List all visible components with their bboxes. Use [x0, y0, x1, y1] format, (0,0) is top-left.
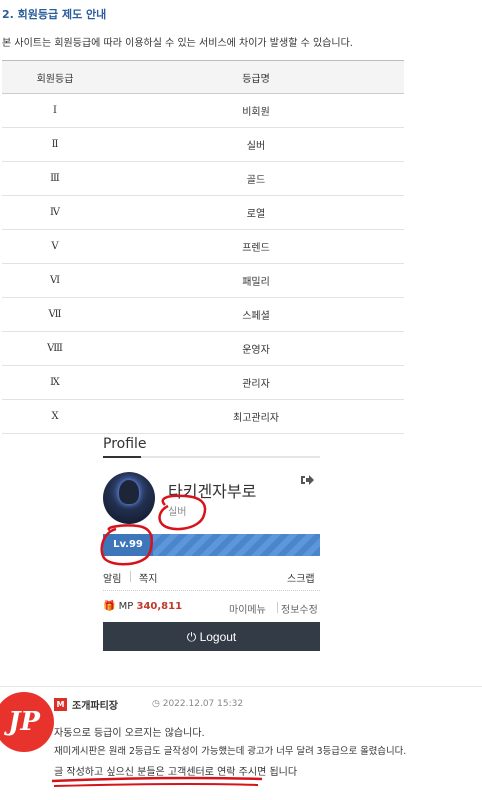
- header-grade: 회원등급: [2, 60, 108, 94]
- edit-info-link[interactable]: 정보수정: [281, 601, 318, 616]
- header-grade-name: 등급명: [108, 60, 404, 94]
- mp-display: 🎁 MP 340,811: [103, 601, 182, 612]
- grade-number: Ⅸ: [2, 365, 108, 400]
- sign-out-icon-glyph: [301, 475, 314, 485]
- username: 타키겐자부로: [168, 482, 257, 501]
- comment-line: 글 작성하고 싶으신 분들은 고객센터로 연락 주시면 됩니다: [54, 767, 298, 778]
- sign-out-icon[interactable]: [300, 474, 314, 489]
- grade-number: Ⅳ: [2, 195, 108, 230]
- table-row: Ⅱ 실버: [2, 127, 404, 162]
- grade-name: 최고관리자: [108, 399, 404, 434]
- member-badge-icon: M: [54, 698, 67, 711]
- table-row: Ⅵ 패밀리: [2, 263, 404, 298]
- grade-number: Ⅰ: [2, 93, 108, 128]
- grade-name: 관리자: [108, 365, 404, 400]
- table-row: Ⅷ 운영자: [2, 331, 404, 366]
- annotation-underline-1: [51, 776, 263, 783]
- table-row: Ⅳ 로열: [2, 195, 404, 230]
- comment-divider: [0, 686, 482, 687]
- mp-label: MP: [118, 601, 134, 612]
- logout-button[interactable]: ⏻ Logout: [103, 622, 320, 651]
- grade-table: 회원등급 등급명 Ⅰ 비회원 Ⅱ 실버 Ⅲ 골드 Ⅳ 로열 Ⅴ 프렌드 Ⅵ 패밀리 Ⅶ 스페셜…: [2, 60, 404, 434]
- grade-name: 비회원: [108, 93, 404, 128]
- table-row: Ⅶ 스페셜: [2, 297, 404, 332]
- profile-title: Profile: [103, 436, 147, 452]
- grade-number: Ⅶ: [2, 297, 108, 332]
- power-icon: ⏻: [186, 630, 197, 644]
- grade-name: 프렌드: [108, 229, 404, 264]
- mp-value: 340,811: [136, 601, 183, 612]
- logout-label: Logout: [199, 630, 237, 644]
- table-row: Ⅹ 최고관리자: [2, 399, 404, 434]
- grade-number: Ⅷ: [2, 331, 108, 366]
- comment-time-text: 2022.12.07 15:32: [162, 699, 244, 709]
- mymenu-link[interactable]: 마이메뉴: [229, 601, 266, 616]
- grade-name: 골드: [108, 161, 404, 196]
- avatar[interactable]: [103, 472, 155, 524]
- alarm-link[interactable]: 알림: [103, 570, 121, 585]
- comment-author[interactable]: 조개파티장: [72, 697, 118, 712]
- table-row: Ⅸ 관리자: [2, 365, 404, 400]
- grade-name: 로열: [108, 195, 404, 230]
- menu-separator: [277, 602, 278, 613]
- grade-number: Ⅲ: [2, 161, 108, 196]
- scrap-link[interactable]: 스크랩: [287, 570, 315, 585]
- table-row: Ⅰ 비회원: [2, 93, 404, 128]
- table-header-row: 회원등급 등급명: [2, 60, 404, 94]
- profile-title-underline: [103, 456, 320, 458]
- table-row: Ⅲ 골드: [2, 161, 404, 196]
- section-description: 본 사이트는 회원등급에 따라 이용하실 수 있는 서비스에 차이가 발생할 수…: [2, 38, 353, 49]
- member-grade: 실버: [168, 507, 187, 518]
- clock-icon: ◷: [152, 699, 160, 709]
- divider: [103, 590, 320, 591]
- grade-name: 패밀리: [108, 263, 404, 298]
- gift-icon: 🎁: [103, 601, 116, 612]
- grade-name: 스페셜: [108, 297, 404, 332]
- commenter-avatar[interactable]: JP: [0, 692, 54, 752]
- section-title: 2. 회원등급 제도 안내: [2, 8, 107, 21]
- comment-line: 재미게시판은 원래 2등급도 글작성이 가능했는데 광고가 너무 달려 3등급으…: [54, 746, 407, 757]
- note-link[interactable]: 쪽지: [139, 570, 157, 585]
- link-separator: [130, 571, 131, 582]
- grade-number: Ⅹ: [2, 399, 108, 434]
- comment-time: ◷ 2022.12.07 15:32: [152, 699, 243, 709]
- grade-number: Ⅱ: [2, 127, 108, 162]
- table-row: Ⅴ 프렌드: [2, 229, 404, 264]
- level-badge: Lv.99: [103, 534, 153, 556]
- comment-line: 자동으로 등급이 오르지는 않습니다.: [54, 728, 205, 739]
- annotation-underline-2: [53, 782, 259, 787]
- grade-name: 운영자: [108, 331, 404, 366]
- grade-number: Ⅵ: [2, 263, 108, 298]
- grade-name: 실버: [108, 127, 404, 162]
- grade-number: Ⅴ: [2, 229, 108, 264]
